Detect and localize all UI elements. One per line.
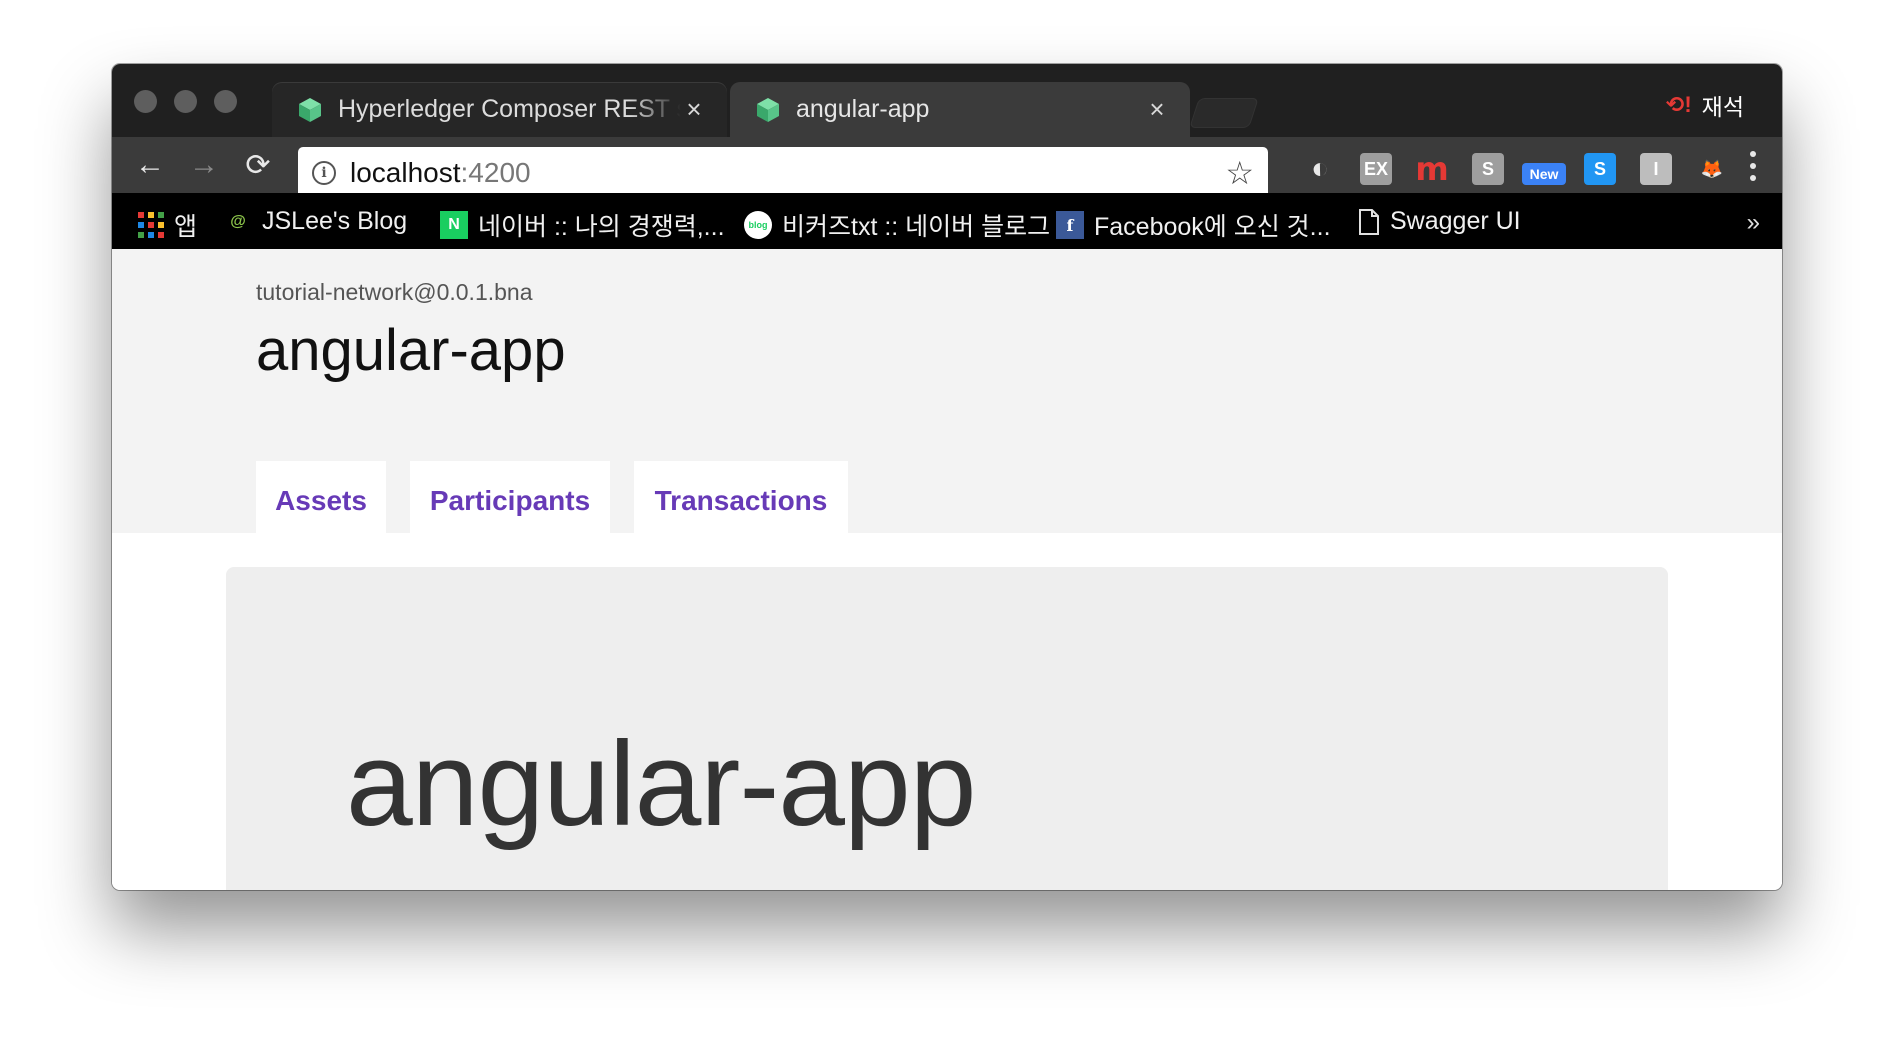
bookmark-star-icon[interactable]: ☆ — [1225, 154, 1254, 192]
bookmark-facebook[interactable]: f Facebook에 오신 것... — [1056, 207, 1331, 243]
new-badge-extension-button[interactable]: New — [1522, 163, 1566, 185]
url-text[interactable]: localhost:4200 — [350, 157, 531, 189]
tab-participants[interactable]: Participants — [410, 461, 610, 541]
minimize-window-button[interactable] — [174, 90, 197, 113]
profile-button[interactable]: ⟲! 재석 — [1666, 88, 1744, 122]
s-grey-icon: S — [1481, 158, 1494, 179]
s-blue-extension-button[interactable]: S — [1584, 153, 1616, 185]
bookmark-label: 앱 — [174, 213, 198, 241]
address-bar[interactable]: i localhost:4200 ☆ — [298, 147, 1268, 199]
bookmark-label: 비커즈txt :: 네이버 블로그 — [782, 213, 1051, 241]
naver-icon: N — [440, 211, 468, 239]
menu-dot — [1750, 175, 1756, 181]
reload-button[interactable]: ⟳ — [240, 147, 276, 183]
tab-strip: Hyperledger Composer REST server × angul… — [112, 64, 1782, 137]
blog-icon: blog — [744, 211, 772, 239]
sync-error-icon: ⟲! — [1665, 92, 1692, 117]
info-icon[interactable]: i — [312, 161, 336, 185]
s-grey-extension-button[interactable]: S — [1472, 153, 1504, 185]
facebook-icon: f — [1056, 211, 1084, 239]
more-bookmarks-button[interactable]: » — [1747, 209, 1760, 237]
bookmark-jslee-blog[interactable]: @ JSLee's Blog — [224, 207, 407, 236]
tab-assets[interactable]: Assets — [256, 461, 386, 541]
chrome-menu-button[interactable] — [1750, 151, 1756, 181]
tab-title: Hyperledger Composer REST server — [338, 95, 681, 123]
snail-icon: @ — [230, 212, 246, 230]
cube-icon — [299, 97, 321, 122]
apps-grid-icon — [138, 212, 164, 238]
page-icon — [1359, 208, 1379, 235]
cube-icon — [757, 97, 779, 122]
bookmark-label: Swagger UI — [1390, 207, 1521, 235]
browser-window: Hyperledger Composer REST server × angul… — [112, 64, 1782, 890]
tab-angular-app[interactable]: angular-app × — [730, 82, 1190, 137]
tab-close-button[interactable]: × — [681, 94, 707, 125]
close-window-button[interactable] — [134, 90, 157, 113]
ex-extension-button[interactable]: EX — [1360, 153, 1392, 185]
toolbar: ← → ⟳ i localhost:4200 ☆ ◐ EX m S New S I 🦊 — [112, 137, 1782, 199]
forward-arrow-icon: → — [189, 148, 219, 181]
contrast-extension-button[interactable]: ◐ — [1304, 152, 1336, 185]
tab-title: angular-app — [796, 95, 930, 123]
tab-close-button[interactable]: × — [1144, 94, 1170, 125]
bookmark-label: 네이버 :: 나의 경쟁력,... — [478, 213, 725, 241]
new-tab-button[interactable] — [1189, 98, 1259, 128]
bookmark-label: JSLee's Blog — [262, 207, 408, 235]
s-blue-icon: S — [1593, 158, 1606, 179]
forward-button[interactable]: → — [186, 147, 222, 183]
m-extension-button[interactable]: m — [1415, 150, 1449, 188]
back-button[interactable]: ← — [132, 147, 168, 183]
bookmark-swagger-ui[interactable]: Swagger UI — [1358, 207, 1521, 236]
network-name: tutorial-network@0.0.1.bna — [256, 279, 533, 305]
ex-icon: EX — [1363, 158, 1388, 179]
bookmark-apps[interactable]: 앱 — [138, 207, 197, 243]
back-arrow-icon: ← — [135, 148, 165, 181]
contrast-icon: ◐ — [1310, 152, 1330, 185]
new-badge-icon: New — [1529, 166, 1559, 182]
m-icon: m — [1415, 150, 1449, 188]
jumbotron-title: angular-app — [346, 717, 976, 851]
app-title: angular-app — [256, 318, 566, 383]
jumbotron: angular-app — [226, 567, 1668, 890]
page-content: tutorial-network@0.0.1.bna angular-app A… — [112, 249, 1782, 890]
url-host: localhost — [350, 157, 461, 188]
i-grey-icon: I — [1653, 158, 1659, 179]
reload-icon: ⟳ — [245, 148, 271, 182]
tab-hyperledger[interactable]: Hyperledger Composer REST server × — [272, 82, 727, 137]
fox-extension-button[interactable]: 🦊 — [1696, 153, 1728, 185]
url-port: :4200 — [460, 157, 531, 188]
bookmark-bickers-blog[interactable]: blog 비커즈txt :: 네이버 블로그 — [744, 207, 1050, 243]
maximize-window-button[interactable] — [214, 90, 237, 113]
bookmark-label: Facebook에 오신 것... — [1094, 213, 1331, 241]
profile-name: 재석 — [1701, 94, 1744, 120]
menu-dot — [1750, 151, 1756, 157]
tab-transactions[interactable]: Transactions — [634, 461, 848, 541]
fox-icon: 🦊 — [1700, 158, 1724, 179]
bookmark-naver[interactable]: N 네이버 :: 나의 경쟁력,... — [440, 207, 725, 243]
i-grey-extension-button[interactable]: I — [1640, 153, 1672, 185]
bookmarks-bar: 앱 @ JSLee's Blog N 네이버 :: 나의 경쟁력,... blo… — [112, 193, 1782, 249]
menu-dot — [1750, 163, 1756, 169]
